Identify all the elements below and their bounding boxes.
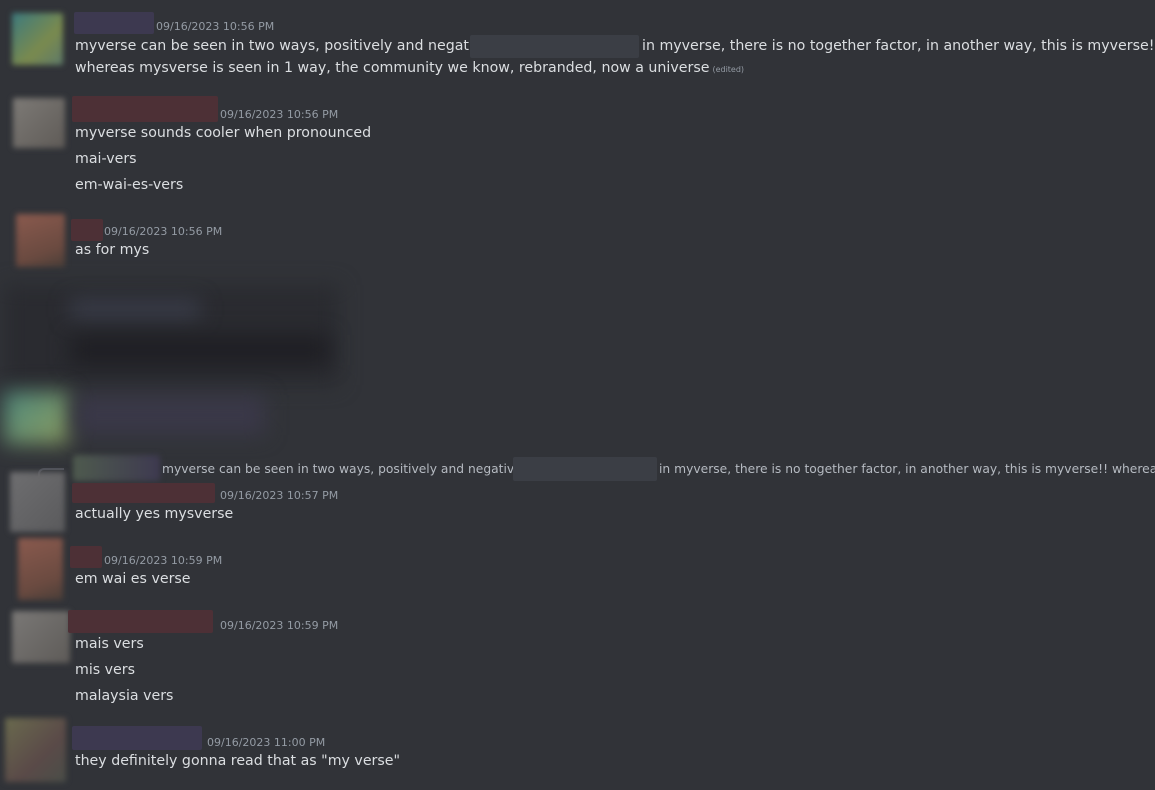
text-redacted [513,457,657,481]
username-redacted[interactable] [71,219,103,241]
username-redacted[interactable] [74,12,154,34]
message-timestamp: 09/16/2023 10:59 PM [220,619,339,632]
message-line: myverse sounds cooler when pronounced [75,125,372,141]
message-timestamp: 09/16/2023 10:57 PM [220,489,339,502]
avatar[interactable] [18,538,63,600]
message-line: in myverse, there is no together factor,… [642,38,1155,54]
message-timestamp: 09/16/2023 11:00 PM [207,736,326,749]
message-line: mis vers [75,662,136,678]
message-line: mai-vers [75,151,137,167]
message-line: actually yes mysverse [75,506,234,522]
message-text: myverse can be seen in two ways, positiv… [75,38,503,54]
message-text: in myverse, there is no together factor,… [642,38,1155,54]
message-line: em-wai-es-vers [75,177,184,193]
username-redacted[interactable] [72,96,218,122]
message-line: myverse can be seen in two ways, positiv… [75,38,502,54]
avatar[interactable] [5,718,66,782]
avatar[interactable] [13,98,65,148]
message-line: malaysia vers [75,688,174,704]
message-line: they definitely gonna read that as "my v… [75,753,401,769]
reply-preview-text[interactable]: myverse can be seen in two ways, positiv… [162,462,536,476]
message-line: em wai es verse [75,571,191,587]
edited-label: (edited) [712,65,745,74]
message-line: mais vers [75,636,144,652]
username-redacted[interactable] [72,483,215,503]
avatar[interactable] [10,472,65,532]
message-timestamp: 09/16/2023 10:59 PM [104,554,223,567]
message-text: whereas mysverse is seen in 1 way, the c… [75,60,710,76]
text-redacted [470,35,639,58]
blurred-content [70,300,200,318]
username-redacted[interactable] [68,610,213,633]
message-line: as for mys [75,242,150,258]
reply-avatar[interactable] [73,455,160,481]
reply-preview-text[interactable]: in myverse, there is no together factor,… [659,462,1155,476]
blurred-content [70,335,330,365]
blurred-content [75,395,265,435]
message-line: whereas mysverse is seen in 1 way, the c… [75,60,744,76]
avatar[interactable] [16,214,65,267]
message-timestamp: 09/16/2023 10:56 PM [104,225,223,238]
avatar[interactable] [12,611,70,663]
blurred-content [4,392,69,444]
avatar[interactable] [12,13,63,65]
message-timestamp: 09/16/2023 10:56 PM [220,108,339,121]
username-redacted[interactable] [72,726,202,750]
username-redacted[interactable] [70,546,102,568]
message-timestamp: 09/16/2023 10:56 PM [156,20,275,33]
